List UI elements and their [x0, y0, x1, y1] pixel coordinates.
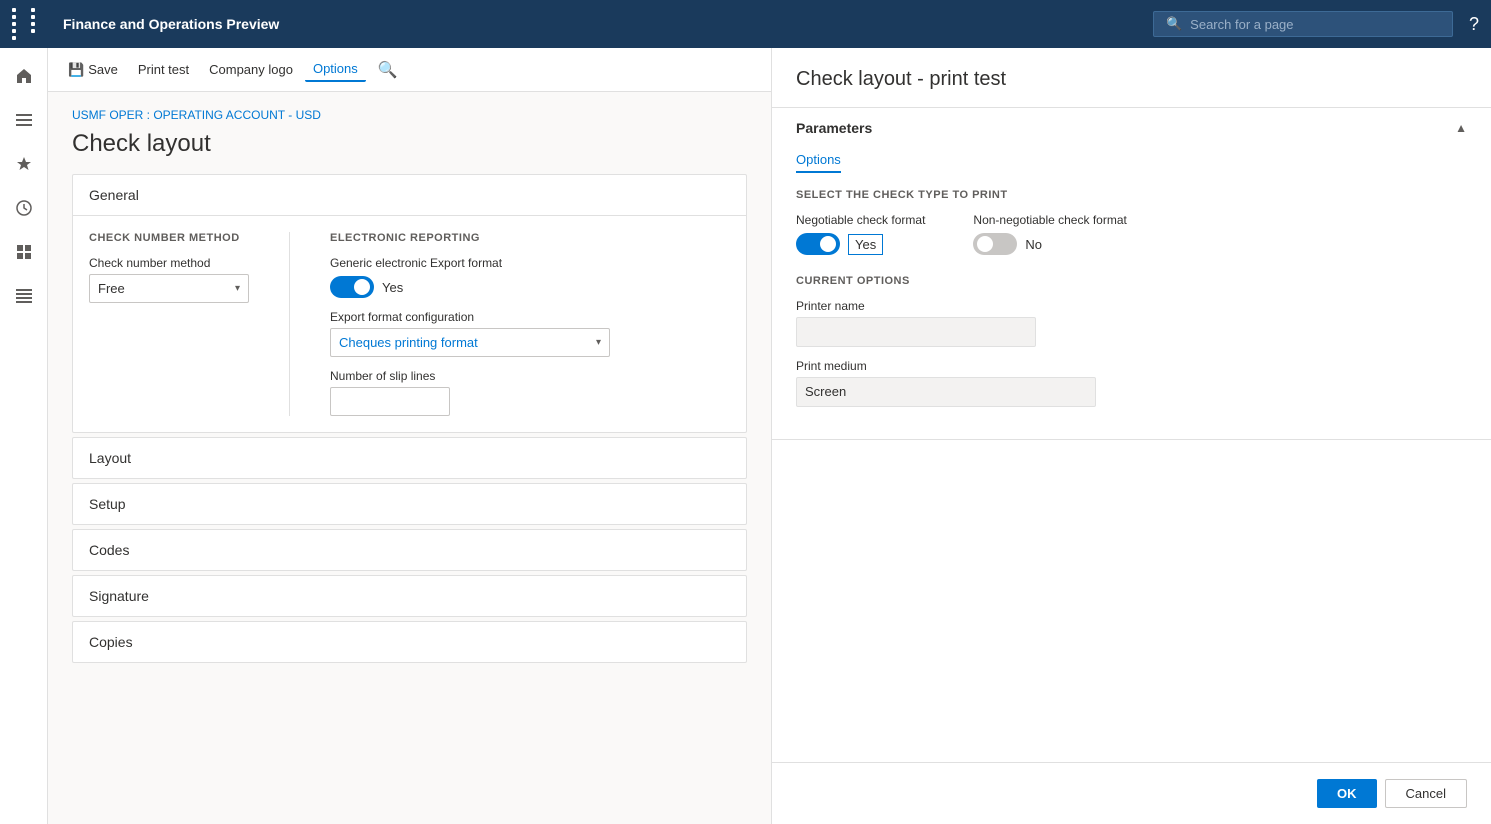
- toolbar: 💾 Save Print test Company logo Options 🔍: [48, 48, 771, 92]
- sidebar-icons: [0, 48, 48, 824]
- right-panel: Check layout - print test Parameters ▲ O…: [771, 48, 1491, 824]
- chevron-down-icon-2: ▾: [596, 337, 601, 348]
- sidebar-item-nav-toggle[interactable]: [4, 100, 44, 140]
- panel-title: Check layout - print test: [772, 48, 1491, 108]
- company-logo-button[interactable]: Company logo: [201, 58, 301, 81]
- chevron-up-icon: ▲: [1455, 121, 1467, 135]
- toolbar-search-icon[interactable]: 🔍: [378, 60, 398, 80]
- chevron-down-icon: ▾: [235, 283, 240, 294]
- non-negotiable-value: No: [1025, 237, 1042, 252]
- negotiable-toggle-row: Yes: [796, 233, 925, 255]
- panel-footer: OK Cancel: [772, 762, 1491, 824]
- cancel-button[interactable]: Cancel: [1385, 779, 1467, 808]
- check-number-method-label: CHECK NUMBER METHOD: [89, 232, 249, 244]
- panel-body: Parameters ▲ Options SELECT THE CHECK TY…: [772, 108, 1491, 762]
- parameters-section-body: Options SELECT THE CHECK TYPE TO PRINT N…: [772, 148, 1491, 439]
- page-title: Check layout: [72, 130, 747, 158]
- select-check-type-label: SELECT THE CHECK TYPE TO PRINT: [796, 189, 1467, 201]
- current-options-label: CURRENT OPTIONS: [796, 275, 1467, 287]
- printer-name-value: [796, 317, 1036, 347]
- signature-section: Signature: [72, 575, 747, 617]
- check-number-method-select[interactable]: Free ▾: [89, 274, 249, 303]
- top-nav: Finance and Operations Preview 🔍 ?: [0, 0, 1491, 48]
- non-negotiable-check-item: Non-negotiable check format No: [973, 213, 1126, 255]
- options-tab[interactable]: Options: [796, 148, 841, 173]
- generic-export-toggle-wrapper: Yes: [330, 276, 730, 298]
- save-icon: 💾: [68, 62, 84, 78]
- search-input[interactable]: [1190, 17, 1440, 32]
- setup-section-header[interactable]: Setup: [73, 484, 746, 524]
- help-icon[interactable]: ?: [1469, 14, 1479, 35]
- sidebar-item-dashboard[interactable]: [4, 232, 44, 272]
- search-icon: 🔍: [1166, 16, 1182, 32]
- copies-section: Copies: [72, 621, 747, 663]
- layout-section-header[interactable]: Layout: [73, 438, 746, 478]
- print-medium-label: Print medium: [796, 359, 1467, 373]
- sidebar-item-list[interactable]: [4, 276, 44, 316]
- non-negotiable-toggle-row: No: [973, 233, 1126, 255]
- codes-section: Codes: [72, 529, 747, 571]
- general-section-header[interactable]: General: [73, 175, 746, 215]
- parameters-section: Parameters ▲ Options SELECT THE CHECK TY…: [772, 108, 1491, 440]
- generic-export-toggle[interactable]: [330, 276, 374, 298]
- check-type-row: Negotiable check format Yes Non-negotiab…: [796, 213, 1467, 255]
- search-bar[interactable]: 🔍: [1153, 11, 1453, 37]
- setup-section: Setup: [72, 483, 747, 525]
- export-format-config-label: Export format configuration: [330, 310, 730, 324]
- non-negotiable-toggle[interactable]: [973, 233, 1017, 255]
- negotiable-check-label: Negotiable check format: [796, 213, 925, 227]
- sidebar-item-favorites[interactable]: [4, 144, 44, 184]
- non-negotiable-check-label: Non-negotiable check format: [973, 213, 1126, 227]
- parameters-section-header[interactable]: Parameters ▲: [772, 108, 1491, 148]
- sidebar-item-home[interactable]: [4, 56, 44, 96]
- codes-section-header[interactable]: Codes: [73, 530, 746, 570]
- negotiable-value: Yes: [848, 234, 883, 255]
- general-section-body: CHECK NUMBER METHOD Check number method …: [73, 215, 746, 432]
- check-number-method-field-label: Check number method: [89, 256, 249, 270]
- negotiable-check-item: Negotiable check format Yes: [796, 213, 925, 255]
- generic-export-format-label: Generic electronic Export format: [330, 256, 730, 270]
- ok-button[interactable]: OK: [1317, 779, 1377, 808]
- main-area: 💾 Save Print test Company logo Options 🔍…: [0, 48, 1491, 824]
- printer-name-group: Printer name: [796, 299, 1467, 347]
- export-format-config-select[interactable]: Cheques printing format ▾: [330, 328, 610, 357]
- slip-lines-label: Number of slip lines: [330, 369, 730, 383]
- options-button[interactable]: Options: [305, 57, 366, 82]
- signature-section-header[interactable]: Signature: [73, 576, 746, 616]
- sidebar-item-recent[interactable]: [4, 188, 44, 228]
- slip-lines-input[interactable]: 0: [330, 387, 450, 416]
- negotiable-toggle[interactable]: [796, 233, 840, 255]
- app-title: Finance and Operations Preview: [63, 16, 1137, 32]
- general-section: General CHECK NUMBER METHOD Check number…: [72, 174, 747, 433]
- print-medium-value: Screen: [796, 377, 1096, 407]
- content-area: 💾 Save Print test Company logo Options 🔍…: [48, 48, 771, 824]
- app-grid-icon[interactable]: [12, 8, 47, 40]
- print-test-button[interactable]: Print test: [130, 58, 197, 81]
- breadcrumb: USMF OPER : OPERATING ACCOUNT - USD: [72, 108, 747, 122]
- layout-section: Layout: [72, 437, 747, 479]
- page-content: USMF OPER : OPERATING ACCOUNT - USD Chec…: [48, 92, 771, 824]
- save-button[interactable]: 💾 Save: [60, 58, 126, 82]
- electronic-reporting-label: ELECTRONIC REPORTING: [330, 232, 730, 244]
- copies-section-header[interactable]: Copies: [73, 622, 746, 662]
- print-medium-group: Print medium Screen: [796, 359, 1467, 407]
- generic-export-toggle-label: Yes: [382, 280, 403, 295]
- parameters-title: Parameters: [796, 120, 872, 136]
- printer-name-label: Printer name: [796, 299, 1467, 313]
